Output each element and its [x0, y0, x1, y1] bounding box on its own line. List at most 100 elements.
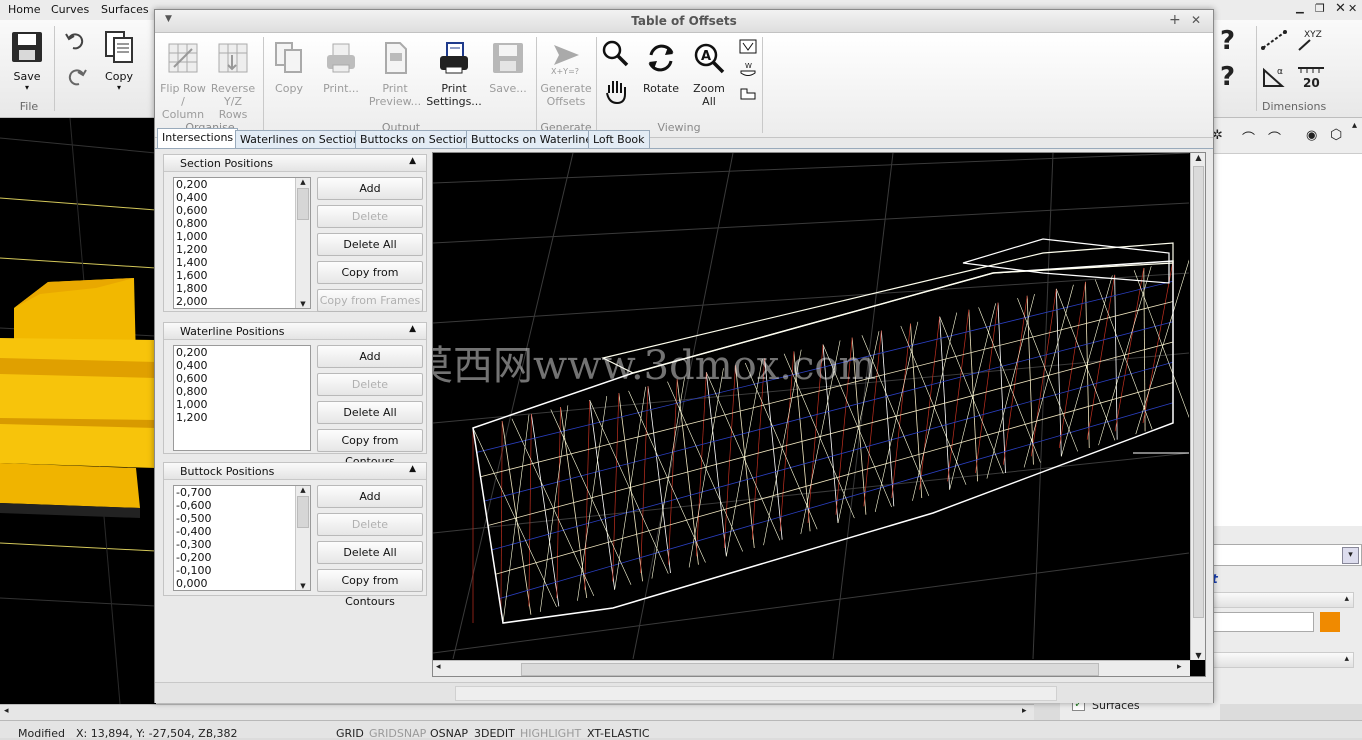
section-copy-from-frames-button[interactable]: Copy from Frames — [317, 289, 423, 312]
collapse-header[interactable]: ▴ — [1212, 592, 1354, 608]
list-item[interactable]: 1,400 — [174, 256, 310, 269]
print-button[interactable]: Print... — [315, 41, 367, 95]
list-item[interactable]: 1,200 — [174, 243, 310, 256]
list-item[interactable]: -0,400 — [174, 525, 310, 538]
window-minimize-icon[interactable]: ▁ — [1296, 3, 1304, 14]
list-item[interactable]: 0,200 — [174, 178, 310, 191]
window-close-icon-2[interactable]: ✕ — [1348, 2, 1357, 15]
list-item[interactable]: 1,800 — [174, 282, 310, 295]
name-field[interactable] — [1212, 612, 1314, 632]
list-item[interactable]: -0,600 — [174, 499, 310, 512]
tab-waterlines-on-sections[interactable]: Waterlines on Sections — [235, 130, 371, 148]
list-item[interactable]: 0,200 — [174, 346, 310, 359]
chevron-down-icon[interactable]: ▾ — [1342, 547, 1359, 564]
menu-surfaces[interactable]: Surfaces — [101, 3, 149, 16]
section-positions-list[interactable]: 0,200 0,400 0,600 0,800 1,000 1,200 1,400 1,600… — [173, 177, 311, 309]
print-preview-button[interactable]: Print Preview... — [367, 41, 423, 108]
list-scrollbar[interactable]: ▲ ▼ — [295, 486, 310, 590]
list-item[interactable]: -0,300 — [174, 538, 310, 551]
section-copy-from-contours-button[interactable]: Copy from Contours — [317, 261, 423, 300]
collapse-icon[interactable]: ▲ — [409, 464, 416, 474]
list-item[interactable]: 0,000 — [174, 577, 310, 590]
generate-offsets-button[interactable]: X+Y=? Generate Offsets — [539, 41, 593, 108]
zoom-all-button[interactable]: A Zoom All — [687, 41, 731, 108]
view-vertical-scrollbar[interactable]: ▲ ▼ — [1190, 153, 1205, 660]
list-item[interactable]: -0,200 — [174, 551, 310, 564]
tab-loft-book[interactable]: Loft Book — [588, 130, 650, 148]
dialog-close-icon[interactable]: ✕ — [1191, 13, 1201, 27]
rotate-button[interactable]: Rotate — [639, 41, 683, 95]
eye-closed-icon-2[interactable]: ⌒ — [1268, 128, 1281, 147]
view-horizontal-scrollbar[interactable]: ◂ ▸ — [433, 660, 1190, 676]
menu-home[interactable]: Home — [8, 3, 40, 16]
menu-curves[interactable]: Curves — [51, 3, 89, 16]
waterline-add-button[interactable]: Add — [317, 345, 423, 368]
zoom-icon[interactable] — [601, 39, 629, 70]
status-highlight[interactable]: HIGHLIGHT — [520, 727, 581, 740]
layer-dropdown[interactable]: ▾ — [1212, 544, 1362, 566]
list-item[interactable]: -0,100 — [174, 564, 310, 577]
buttock-add-button[interactable]: Add — [317, 485, 423, 508]
list-item[interactable]: 1,000 — [174, 398, 310, 411]
tab-buttocks-on-sections[interactable]: Buttocks on Sections — [355, 130, 481, 148]
tab-intersections[interactable]: Intersections — [157, 128, 239, 149]
section-delete-button[interactable]: Delete — [317, 205, 423, 228]
view-front-icon[interactable] — [739, 39, 757, 58]
window-restore-icon[interactable]: ❐ — [1315, 2, 1325, 15]
collapse-icon-2[interactable]: ▴ — [1344, 654, 1349, 664]
section-positions-header[interactable]: Section Positions ▲ — [164, 155, 426, 172]
waterline-positions-header[interactable]: Waterline Positions ▲ — [164, 323, 426, 340]
waterline-delete-button[interactable]: Delete — [317, 373, 423, 396]
section-add-button[interactable]: Add — [317, 177, 423, 200]
undo-icon[interactable] — [64, 28, 88, 55]
buttock-delete-all-button[interactable]: Delete All — [317, 541, 423, 564]
section-delete-all-button[interactable]: Delete All — [317, 233, 423, 256]
angle-icon[interactable]: α — [1260, 64, 1288, 93]
status-osnap[interactable]: OSNAP — [430, 727, 468, 740]
waterline-copy-from-contours-button[interactable]: Copy from Contours — [317, 429, 423, 468]
list-item[interactable]: 1,200 — [174, 411, 310, 424]
eye-closed-icon[interactable]: ⌒ — [1242, 128, 1255, 147]
main-horizontal-scrollbar[interactable]: ◂ ▸ — [0, 704, 1034, 720]
copy-button[interactable]: Copy ▾ — [102, 30, 136, 92]
save-button[interactable]: Save ▾ — [10, 30, 44, 92]
list-item[interactable]: 0,400 — [174, 359, 310, 372]
buttock-positions-list[interactable]: -0,700 -0,600 -0,500 -0,400 -0,300 -0,200 -0,1… — [173, 485, 311, 591]
distance-icon[interactable] — [1260, 28, 1288, 55]
collapse-header-2[interactable]: ▴ — [1212, 652, 1354, 668]
cube-icon[interactable]: ⬡ — [1330, 127, 1342, 143]
copy-table-button[interactable]: Copy — [269, 41, 309, 95]
waterline-positions-list[interactable]: 0,200 0,400 0,600 0,800 1,000 1,200 — [173, 345, 311, 451]
view-side-icon[interactable]: W — [739, 61, 757, 82]
list-item[interactable]: 0,800 — [174, 217, 310, 230]
list-item[interactable]: 1,600 — [174, 269, 310, 282]
flip-row-column-button[interactable]: Flip Row / Column — [159, 41, 207, 121]
eye-icon[interactable]: ◉ — [1306, 128, 1317, 143]
color-swatch[interactable] — [1320, 612, 1340, 632]
tab-buttocks-on-waterlines[interactable]: Buttocks on Waterlines — [466, 130, 603, 148]
hull-3d-view[interactable]: 莫西网www.3dmox.com ▲ ▼ ◂ ▸ — [432, 152, 1206, 677]
list-item[interactable]: -0,700 — [174, 486, 310, 499]
view-plan-icon[interactable] — [739, 85, 757, 106]
left-viewport[interactable] — [0, 118, 156, 704]
list-item[interactable]: 0,600 — [174, 204, 310, 217]
status-elastic[interactable]: XT-ELASTIC — [587, 727, 650, 740]
list-item[interactable]: 0,600 — [174, 372, 310, 385]
redo-icon[interactable] — [64, 64, 88, 91]
collapse-icon[interactable]: ▴ — [1344, 594, 1349, 604]
buttock-copy-from-contours-button[interactable]: Copy from Contours — [317, 569, 423, 608]
status-grid[interactable]: GRID — [336, 727, 364, 740]
list-item[interactable]: 0,800 — [174, 385, 310, 398]
ruler-icon[interactable]: 20 — [1296, 64, 1326, 93]
list-scrollbar[interactable]: ▲ ▼ — [295, 178, 310, 308]
status-3dedit[interactable]: 3DEDIT — [474, 727, 515, 740]
scroll-right-icon[interactable]: ▸ — [1022, 706, 1027, 716]
collapse-icon[interactable]: ▲ — [409, 324, 416, 334]
buttock-delete-button[interactable]: Delete — [317, 513, 423, 536]
dialog-pin-icon[interactable]: + — [1169, 12, 1181, 28]
waterline-delete-all-button[interactable]: Delete All — [317, 401, 423, 424]
print-settings-button[interactable]: Print Settings... — [425, 41, 483, 108]
help-icon-2[interactable]: ? — [1220, 62, 1235, 92]
scroll-left-icon[interactable]: ◂ — [4, 706, 9, 716]
dialog-titlebar[interactable]: ▼ Table of Offsets + ✕ — [155, 10, 1213, 33]
